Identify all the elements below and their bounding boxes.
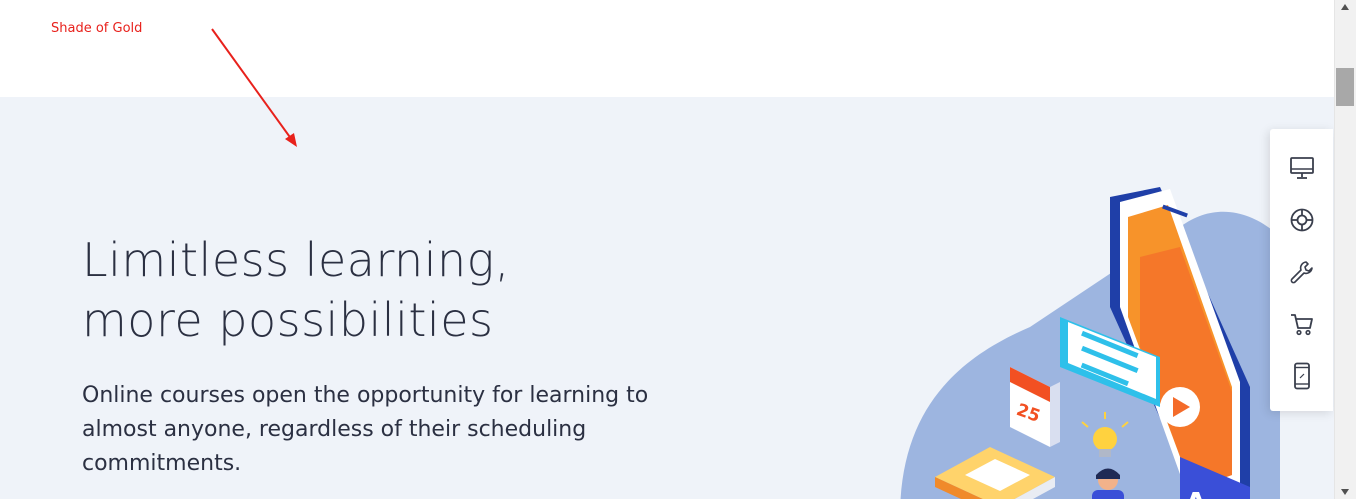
scroll-down-icon[interactable] — [1340, 488, 1350, 496]
cart-button[interactable] — [1284, 306, 1320, 342]
monitor-icon — [1289, 157, 1314, 179]
scrollbar-thumb[interactable] — [1336, 68, 1354, 106]
support-button[interactable] — [1284, 202, 1320, 238]
hero-title-line-2: more possibilities — [82, 293, 494, 347]
lifebuoy-icon — [1290, 208, 1313, 232]
side-toolbar — [1270, 129, 1333, 411]
svg-text:A: A — [1185, 486, 1207, 499]
mobile-button[interactable] — [1284, 358, 1320, 394]
hero-title: Limitless learning, more possibilities — [82, 230, 510, 350]
mobile-icon — [1293, 362, 1310, 390]
monitor-button[interactable] — [1284, 150, 1320, 186]
page-scrollbar[interactable] — [1334, 0, 1356, 499]
cart-icon — [1290, 314, 1313, 336]
scroll-up-icon[interactable] — [1340, 3, 1350, 11]
annotation-arrow — [211, 28, 297, 147]
hero-illustration: 25 — [900, 187, 1280, 499]
hero-title-line-1: Limitless learning, — [82, 233, 510, 287]
tools-button[interactable] — [1284, 254, 1320, 290]
hero-subtitle: Online courses open the opportunity for … — [82, 383, 649, 476]
wrench-icon — [1290, 261, 1313, 284]
